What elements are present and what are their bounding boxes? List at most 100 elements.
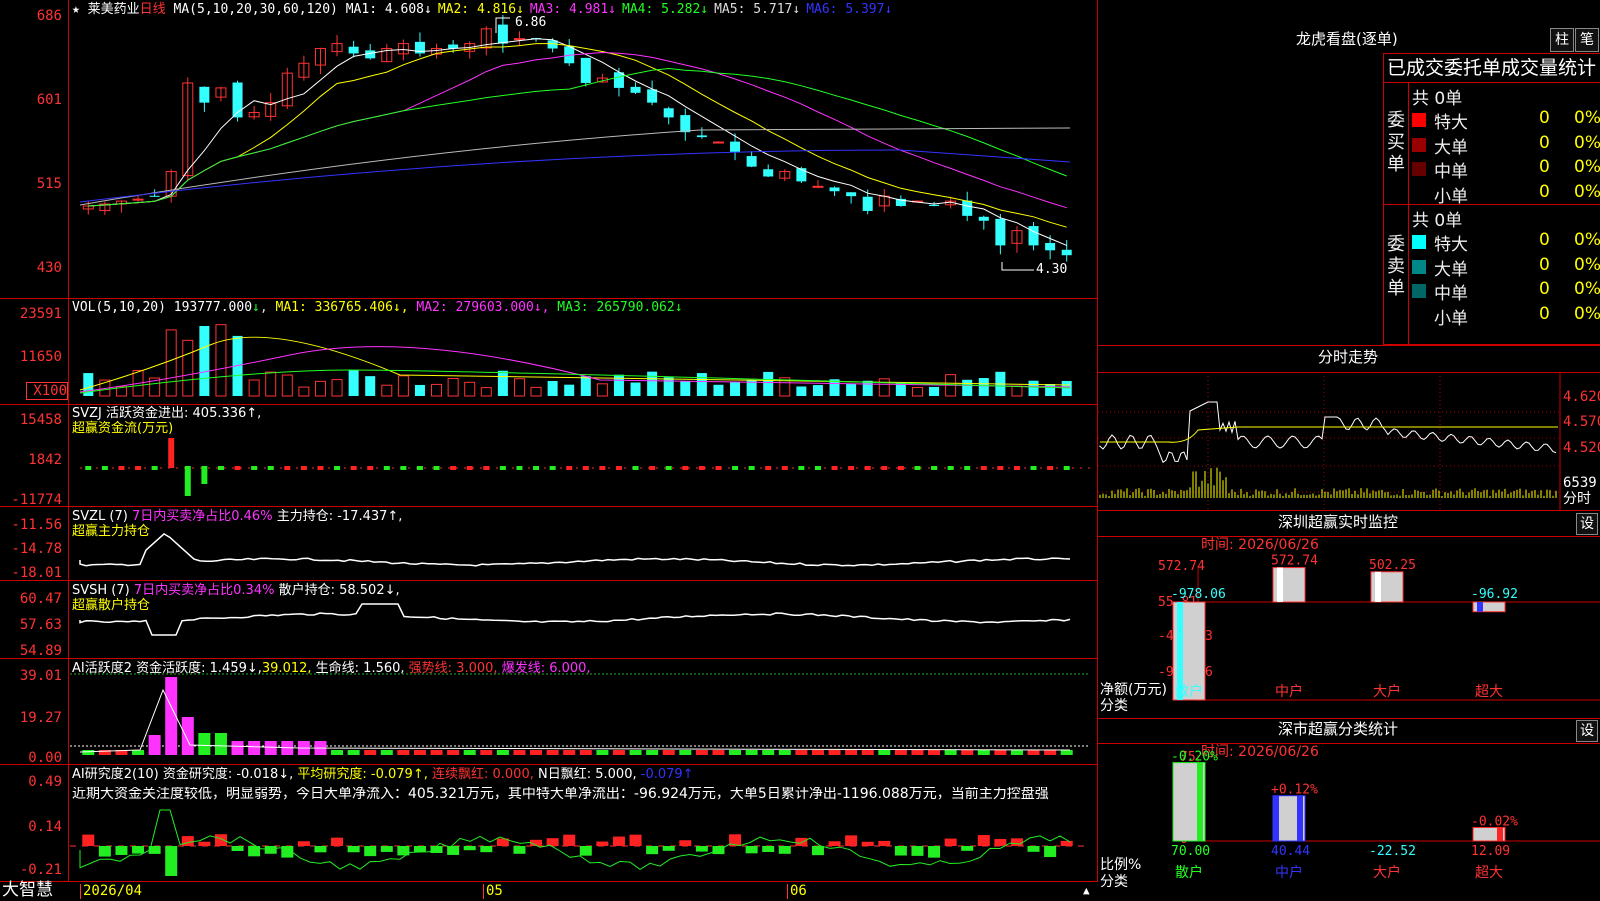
- date-tick: 06: [787, 884, 807, 899]
- ma-item: MA4: 5.282↓: [622, 2, 709, 17]
- flow-bar: [947, 466, 954, 470]
- main-chart-area[interactable]: ★ 莱美药业日线 MA(5,10,20,30,60,120) MA1: 4.60…: [0, 0, 1098, 901]
- ma-line: [79, 127, 1071, 206]
- volume-bar: [862, 380, 873, 396]
- research-bar: [944, 838, 957, 846]
- vol-unit-button[interactable]: X100: [26, 382, 68, 400]
- ai-active-title: AI活跃度2 资金活跃度: 1.459↓,: [72, 661, 262, 676]
- volume-bar: [647, 371, 658, 396]
- flow-bar: [85, 466, 92, 470]
- activity-bar: [264, 741, 277, 755]
- volume-bar: [281, 374, 293, 397]
- activity-bar: [132, 750, 145, 755]
- flow-bar: [682, 466, 689, 470]
- volume-bar: [596, 383, 608, 397]
- flow-bar: [864, 466, 871, 470]
- flow-bar: [499, 466, 506, 470]
- activity-bar: [181, 717, 194, 755]
- intraday-unit: 分时: [1563, 491, 1591, 507]
- activity-bar: [513, 750, 526, 755]
- volume-bar: [381, 384, 393, 397]
- svzl-header: SVZL (7) 7日内买卖净占比0.46% 主力持仓: -17.437↑,: [72, 509, 402, 524]
- tick-view-button[interactable]: 笔: [1575, 28, 1599, 52]
- volume-bar: [513, 378, 525, 397]
- monitor-settings-button[interactable]: 设: [1576, 513, 1598, 535]
- activity-bar: [82, 750, 95, 755]
- ai-life-line: 生命线: 1.560,: [315, 661, 405, 676]
- activity-bar: [530, 750, 543, 755]
- candle-body: [929, 204, 940, 207]
- order-pct: 0%: [1574, 132, 1600, 153]
- price-tick: 601: [36, 92, 62, 108]
- intraday-chart[interactable]: [1098, 372, 1600, 510]
- candle-body: [630, 86, 641, 93]
- activity-bar: [397, 750, 410, 755]
- flow-bar: [549, 466, 556, 470]
- flow-bar: [217, 466, 224, 470]
- research-bar: [679, 840, 692, 846]
- dragon-subtitle: 已成交委托单成交量统计: [1387, 57, 1597, 79]
- classify-pct: +0.12%: [1271, 783, 1318, 798]
- volume-bar: [314, 380, 326, 397]
- ai-burst-line: 爆发线: 6.000,: [501, 661, 591, 676]
- classify-category: 散户: [1175, 864, 1203, 881]
- candle-body: [663, 108, 674, 118]
- order-type-label: 大单: [1434, 137, 1468, 158]
- flow-bar: [151, 466, 158, 470]
- svzj-header: SVZJ 活跃资金进出: 405.336↑,: [72, 406, 262, 421]
- ai-research-cont: 连续飘红: 0.000,: [432, 767, 534, 782]
- flow-bar: [367, 466, 374, 470]
- flow-bar: [997, 466, 1004, 470]
- bar-view-button[interactable]: 柱: [1550, 28, 1574, 52]
- ai-research-header: AI研究度2(10) 资金研究度: -0.018↓, 平均研究度: -0.079…: [72, 767, 694, 782]
- volume-bar: [182, 339, 194, 397]
- activity-bar: [596, 750, 609, 755]
- flow-bar: [665, 466, 672, 470]
- flow-bar: [300, 466, 307, 470]
- research-bar: [513, 846, 526, 854]
- kline-chart[interactable]: [0, 0, 1098, 882]
- svzl-tick: -14.78: [11, 541, 62, 557]
- stock-star: ★: [72, 2, 80, 17]
- activity-bar: [778, 750, 791, 755]
- research-bar: [546, 838, 559, 846]
- flow-bar: [748, 466, 755, 470]
- classify-settings-button[interactable]: 设: [1576, 720, 1598, 742]
- svzl-prefix: SVZL (7): [72, 509, 128, 524]
- order-type-label: 大单: [1434, 259, 1468, 280]
- monitor-value: -96.92: [1471, 587, 1518, 602]
- buy-label: 委买单: [1387, 110, 1405, 175]
- flow-bar: [118, 466, 125, 470]
- candle-body: [680, 115, 691, 133]
- activity-bar: [762, 750, 775, 755]
- legend-swatch: [1412, 113, 1426, 127]
- vol-header: VOL(5,10,20) 193777.000↓, MA1: 336765.40…: [72, 300, 683, 315]
- flow-bar: [135, 466, 142, 470]
- activity-bar: [231, 741, 244, 755]
- date-axis: 大智慧 2026/04 05 06 ▲: [0, 881, 1098, 901]
- candle-body: [513, 38, 525, 41]
- divider: [1384, 204, 1600, 205]
- volume-bar: [165, 329, 177, 397]
- right-sidebar: 龙虎看盘(逐单) 柱 笔 已成交委托单成交量统计 委买单 共 0单 特大 0 0% 大…: [1098, 0, 1600, 900]
- brand-label: 大智慧: [2, 880, 53, 900]
- order-pct: 0%: [1574, 108, 1600, 128]
- classify-value: 12.09: [1471, 844, 1510, 859]
- svsh-tick: 57.63: [19, 617, 62, 633]
- volume-bar: [630, 382, 641, 396]
- dragon-table: 已成交委托单成交量统计 委买单 共 0单 特大 0 0% 大单 0 0% 中单 0 0% 小单 0 0…: [1383, 53, 1600, 345]
- flow-bar: [350, 466, 357, 470]
- flow-bar: [649, 466, 656, 470]
- research-bar: [132, 846, 145, 854]
- lock-icon[interactable]: ▲: [1083, 883, 1090, 898]
- activity-bar: [380, 750, 393, 755]
- price-tick: 686: [36, 8, 62, 24]
- volume-bar: [497, 370, 508, 396]
- research-bar: [297, 841, 310, 846]
- classify-pct: -0.02%: [1471, 814, 1518, 829]
- svsh-tick: 54.89: [19, 643, 62, 659]
- flow-bar: [1047, 466, 1054, 470]
- research-bar: [98, 846, 111, 857]
- activity-bar: [729, 750, 742, 755]
- volume-bar: [580, 376, 591, 396]
